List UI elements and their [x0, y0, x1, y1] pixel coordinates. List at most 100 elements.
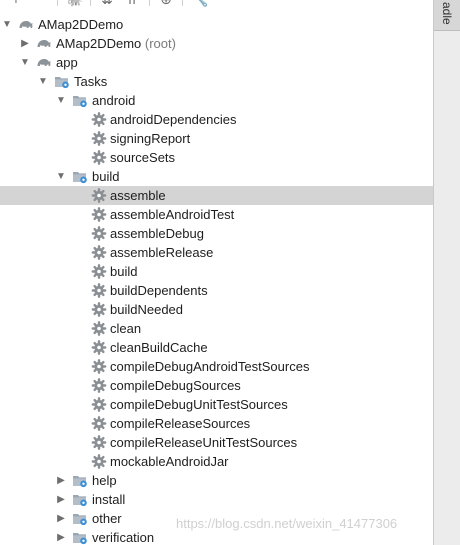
tree-task-item[interactable]: assembleRelease: [0, 243, 433, 262]
tree-node-label: compileDebugUnitTestSources: [110, 395, 288, 414]
node-name: compileReleaseUnitTestSources: [110, 435, 298, 450]
gradle-tool-window: + − 🐘 ⇊ ⇈ ⊕ 🔧 adle ▼ AMap2DDemo ▶ AMap2DDemo (roo…: [0, 0, 460, 545]
gear-icon: [91, 131, 107, 146]
gear-icon: [91, 150, 107, 165]
node-name: signingReport: [110, 131, 191, 146]
tree-node-label: assembleAndroidTest: [110, 205, 234, 224]
node-name: help: [92, 473, 117, 488]
tree-task-item[interactable]: sourceSets: [0, 148, 433, 167]
tree-node-label: help: [92, 471, 117, 490]
node-name: mockableAndroidJar: [110, 454, 229, 469]
tree-task-item[interactable]: assemble: [0, 186, 433, 205]
node-name: assembleRelease: [110, 245, 214, 260]
tree-task-item[interactable]: compileReleaseUnitTestSources: [0, 433, 433, 452]
remove-icon[interactable]: −: [32, 0, 48, 6]
tree-node-label: mockableAndroidJar: [110, 452, 229, 471]
gear-icon: [91, 188, 107, 203]
gear-icon: [91, 264, 107, 279]
node-name: app: [56, 55, 78, 70]
collapse-arrow-icon[interactable]: ▶: [56, 509, 66, 528]
node-name: AMap2DDemo: [56, 36, 142, 51]
tree-task-item[interactable]: buildNeeded: [0, 300, 433, 319]
node-name: compileDebugUnitTestSources: [110, 397, 288, 412]
tree-task-item[interactable]: cleanBuildCache: [0, 338, 433, 357]
tree-task-item[interactable]: build: [0, 262, 433, 281]
gear-icon: [91, 397, 107, 412]
gear-icon: [91, 378, 107, 393]
tree-node-root-project[interactable]: ▶ AMap2DDemo (root): [0, 34, 433, 53]
gear-icon: [91, 226, 107, 241]
gear-icon: [91, 454, 107, 469]
tree-node-root[interactable]: ▼ AMap2DDemo: [0, 15, 433, 34]
toolbar-separator: [57, 0, 58, 6]
gear-icon: [91, 207, 107, 222]
right-tool-strip: adle: [433, 0, 460, 545]
node-name: clean: [110, 321, 142, 336]
gear-icon: [91, 245, 107, 260]
tree-node-label: compileReleaseSources: [110, 414, 250, 433]
node-suffix: (root): [144, 36, 176, 51]
tree-node-group-android[interactable]: ▼ android: [0, 91, 433, 110]
task-folder-icon: [72, 93, 88, 108]
tree-task-item[interactable]: signingReport: [0, 129, 433, 148]
add-icon[interactable]: +: [8, 0, 24, 6]
collapse-arrow-icon[interactable]: ▶: [56, 528, 66, 545]
tree-node-app[interactable]: ▼ app: [0, 53, 433, 72]
tree-node-label: clean: [110, 319, 141, 338]
tree-node-label: assembleRelease: [110, 243, 213, 262]
tree-task-item[interactable]: assembleAndroidTest: [0, 205, 433, 224]
gear-icon: [91, 302, 107, 317]
node-name: android: [92, 93, 136, 108]
collapse-arrow-icon[interactable]: ▶: [56, 471, 66, 490]
elephant-icon[interactable]: 🐘: [66, 0, 83, 6]
tree-task-item[interactable]: androidDependencies: [0, 110, 433, 129]
wrench-icon[interactable]: 🔧: [191, 0, 208, 6]
expand-arrow-icon[interactable]: ▼: [38, 72, 48, 91]
tree-node-label: install: [92, 490, 125, 509]
gear-icon: [91, 340, 107, 355]
tree-task-item[interactable]: compileReleaseSources: [0, 414, 433, 433]
expand-arrow-icon[interactable]: ▼: [2, 15, 12, 34]
tree-node-label: compileDebugSources: [110, 376, 241, 395]
node-name: androidDependencies: [110, 112, 237, 127]
expand-arrow-icon[interactable]: ▼: [56, 167, 66, 186]
tree-task-item[interactable]: assembleDebug: [0, 224, 433, 243]
task-folder-icon: [72, 511, 88, 526]
expand-all-icon[interactable]: ⇊: [99, 0, 115, 6]
tree-node-label: Tasks: [74, 72, 107, 91]
task-folder-icon: [54, 74, 70, 89]
tree-node-label: cleanBuildCache: [110, 338, 208, 357]
task-folder-icon: [72, 530, 88, 545]
gear-icon: [91, 112, 107, 127]
tree-task-item[interactable]: compileDebugSources: [0, 376, 433, 395]
gradle-elephant-icon: [36, 55, 52, 70]
node-name: AMap2DDemo: [38, 17, 124, 32]
tree-task-item[interactable]: compileDebugUnitTestSources: [0, 395, 433, 414]
link-icon[interactable]: ⊕: [158, 0, 174, 6]
tree-node-group-help[interactable]: ▶ help: [0, 471, 433, 490]
gradle-tool-tab[interactable]: adle: [434, 0, 460, 31]
toolbar-separator: [149, 0, 150, 6]
node-name: buildNeeded: [110, 302, 184, 317]
tree-task-item[interactable]: compileDebugAndroidTestSources: [0, 357, 433, 376]
tree-node-tasks[interactable]: ▼ Tasks: [0, 72, 433, 91]
tree-node-label: buildNeeded: [110, 300, 183, 319]
node-name: assembleDebug: [110, 226, 204, 241]
tree-node-label: AMap2DDemo: [38, 15, 123, 34]
expand-arrow-icon[interactable]: ▼: [20, 53, 30, 72]
tree-task-item[interactable]: mockableAndroidJar: [0, 452, 433, 471]
gradle-toolbar: + − 🐘 ⇊ ⇈ ⊕ 🔧: [0, 0, 433, 8]
expand-arrow-icon[interactable]: ▼: [56, 91, 66, 110]
tree-node-group-build[interactable]: ▼ build: [0, 167, 433, 186]
collapse-arrow-icon[interactable]: ▶: [56, 490, 66, 509]
gear-icon: [91, 359, 107, 374]
node-name: buildDependents: [110, 283, 208, 298]
collapse-arrow-icon[interactable]: ▶: [20, 34, 30, 53]
watermark-text: https://blog.csdn.net/weixin_41477306: [176, 516, 398, 531]
tree-task-item[interactable]: buildDependents: [0, 281, 433, 300]
tree-node-label: buildDependents: [110, 281, 208, 300]
node-name: compileReleaseSources: [110, 416, 251, 431]
tree-node-group-install[interactable]: ▶ install: [0, 490, 433, 509]
collapse-all-icon[interactable]: ⇈: [124, 0, 140, 6]
tree-task-item[interactable]: clean: [0, 319, 433, 338]
